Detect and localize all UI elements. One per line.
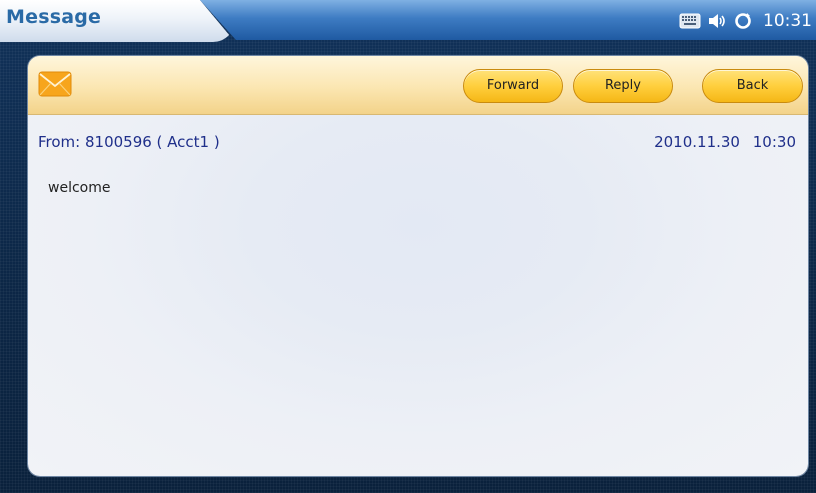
volume-icon[interactable] xyxy=(707,12,727,30)
back-button[interactable]: Back xyxy=(702,69,803,103)
page-title: Message xyxy=(6,6,102,28)
message-sender: From: 8100596 ( Acct1 ) xyxy=(38,133,220,151)
message-panel: Forward Reply Back From: 8100596 ( Acct1… xyxy=(28,56,808,476)
forward-button[interactable]: Forward xyxy=(463,69,563,103)
status-icons: 10:31 xyxy=(679,9,812,33)
message-body: welcome xyxy=(48,180,111,196)
envelope-icon xyxy=(38,71,72,101)
reply-button[interactable]: Reply xyxy=(573,69,673,103)
message-toolbar: Forward Reply Back xyxy=(28,56,808,115)
clock-time: 10:31 xyxy=(763,11,812,31)
message-date: 2010.11.30 xyxy=(654,133,740,151)
status-bar: 10:31 xyxy=(200,0,816,40)
sync-icon[interactable] xyxy=(733,11,753,31)
keyboard-icon[interactable] xyxy=(679,13,701,29)
title-tab: Message xyxy=(0,0,235,42)
message-timestamp: 2010.11.30 10:30 xyxy=(654,133,796,151)
top-bar: Message 10:31 xyxy=(0,0,816,42)
message-time: 10:30 xyxy=(752,133,796,151)
